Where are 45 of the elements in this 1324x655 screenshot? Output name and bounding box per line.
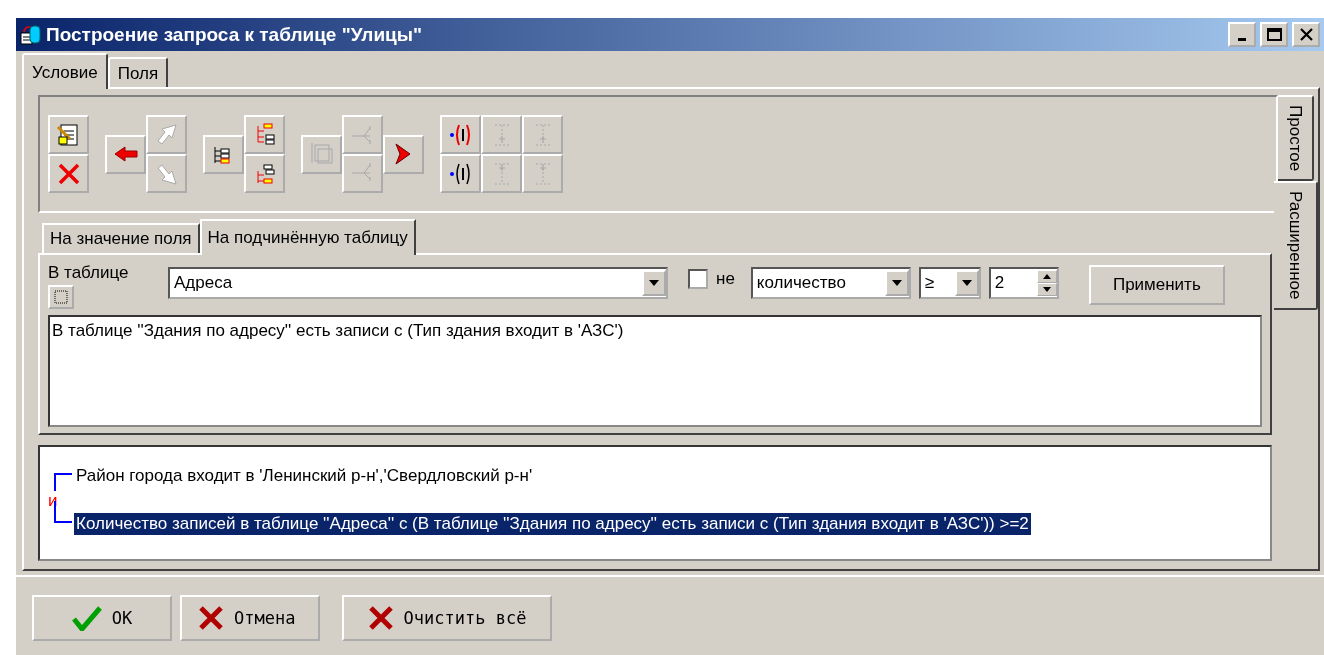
side-tab[interactable]: Расширенное: [1274, 181, 1318, 310]
minimize-icon: [1238, 38, 1246, 41]
tab[interactable]: На подчинённую таблицу: [199, 219, 416, 255]
check-icon: [71, 605, 102, 631]
up-arrow-icon: [1042, 274, 1051, 279]
aggregate-dropdown[interactable]: количество: [750, 267, 911, 299]
dropdown-arrow-icon: [961, 280, 972, 286]
maximize-button[interactable]: [1260, 22, 1288, 47]
apply-button[interactable]: Применить: [1088, 265, 1225, 305]
close-icon: [1297, 27, 1315, 42]
toolbar-button[interactable]: [105, 134, 146, 174]
cancel-button[interactable]: Отмена: [180, 595, 320, 641]
field-label: В таблице: [48, 263, 130, 283]
dropdown-arrow-icon: [891, 280, 902, 286]
toolbar-button[interactable]: [440, 115, 481, 154]
maximize-icon: [1265, 27, 1283, 42]
minimize-button[interactable]: [1228, 22, 1256, 47]
cross-icon: [367, 605, 394, 631]
tab[interactable]: На значение поля: [42, 223, 200, 253]
checkbox[interactable]: [688, 269, 708, 289]
toolbar-button[interactable]: [203, 134, 244, 174]
bracket-line: [54, 473, 72, 491]
number-spinner[interactable]: 2: [988, 267, 1059, 299]
side-tab[interactable]: Простое: [1278, 95, 1314, 182]
tree-item[interactable]: Район города входит в 'Ленинский р-н','Свердловский р-н': [74, 465, 535, 487]
tree-item[interactable]: Количество записей в таблице ''Адреса'' с (В таблице ''Здания по адресу'' есть записи с (Тип здания входит в 'АЗС')) >=2: [74, 513, 1031, 535]
down-arrow-icon: [1042, 287, 1051, 292]
window-title: Построение запроса к таблице "Улицы": [46, 23, 423, 46]
toolbar-button[interactable]: [383, 134, 424, 174]
clear-button[interactable]: Очистить всё: [342, 595, 552, 641]
database-icon: [20, 23, 42, 46]
dropdown-arrow-icon: [649, 280, 659, 286]
tab[interactable]: Поля: [107, 57, 169, 87]
dotted-square-icon: [54, 290, 68, 304]
ok-button[interactable]: OK: [32, 595, 172, 641]
close-button[interactable]: [1292, 22, 1320, 47]
select-button[interactable]: [48, 285, 74, 309]
table-dropdown[interactable]: Адреса: [168, 267, 668, 299]
tab[interactable]: Условие: [22, 53, 108, 89]
document-stack-icon: [308, 141, 335, 167]
cross-icon: [198, 605, 224, 631]
condition-text-area[interactable]: В таблице ''Здания по адресу'' есть записи с (Тип здания входит в 'АЗС'): [48, 315, 1262, 427]
operator-dropdown[interactable]: ≥: [918, 267, 981, 299]
checkbox-label: не: [716, 269, 735, 289]
toolbar-button[interactable]: [440, 154, 481, 193]
